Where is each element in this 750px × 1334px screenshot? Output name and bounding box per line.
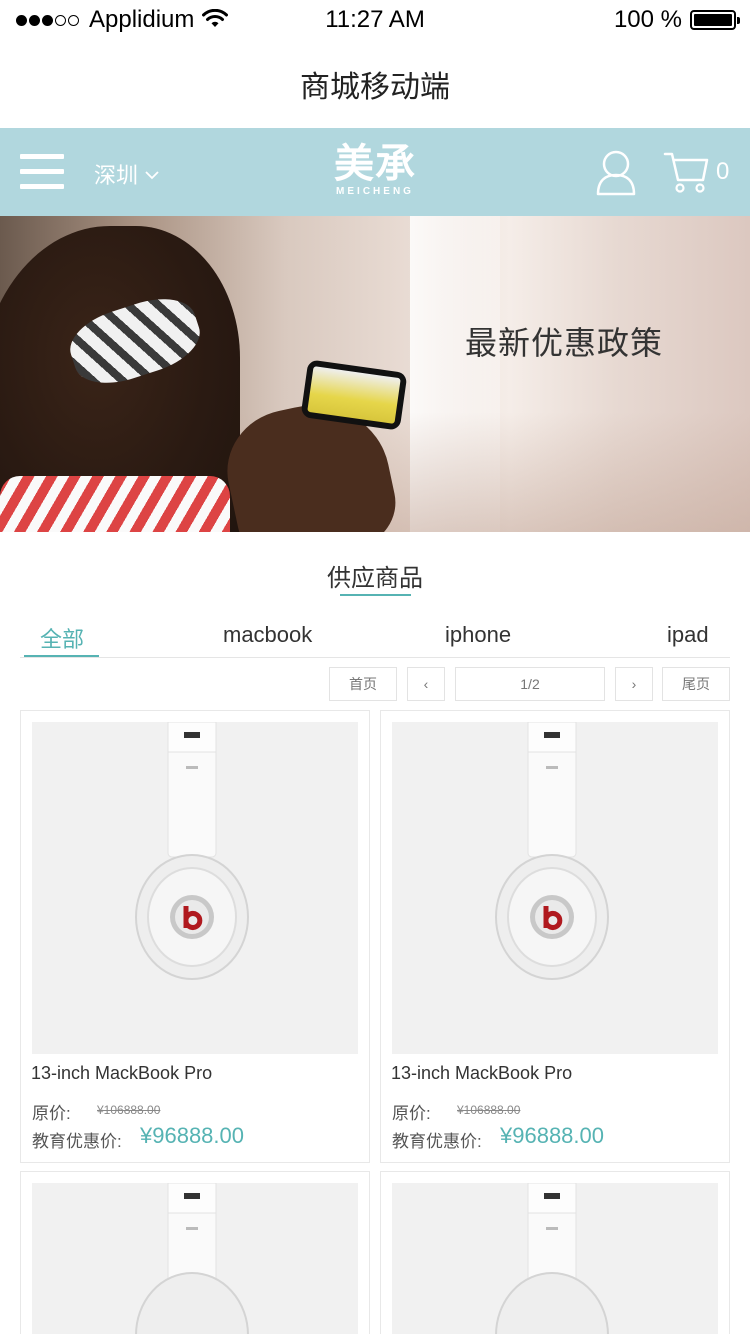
status-bar: Applidium 11:27 AM 100 % (0, 0, 750, 40)
edu-price: ¥96888.00 (140, 1123, 244, 1148)
brand-logo[interactable]: 美承 MEICHENG (320, 142, 430, 204)
promo-banner[interactable]: 最新优惠政策 (0, 216, 750, 532)
product-image[interactable] (392, 1183, 718, 1334)
shopping-cart-icon[interactable] (663, 150, 709, 194)
original-price-label: 原价: (392, 1104, 431, 1123)
product-image[interactable] (32, 1183, 358, 1334)
product-image[interactable] (32, 722, 358, 1054)
headphone-image (495, 722, 609, 980)
app-header: 深圳 美承 MEICHENG 0 (0, 128, 750, 216)
headphone-image (135, 722, 249, 980)
status-right: 100 % (613, 6, 740, 34)
page-title: 商城移动端 (300, 71, 450, 104)
pager-next-button[interactable]: › (615, 667, 653, 701)
battery-icon (690, 10, 740, 30)
pager-last-button[interactable]: 尾页 (662, 667, 730, 701)
product-name[interactable]: 13-inch MackBook Pro (391, 1063, 572, 1084)
pager-prev-button[interactable]: ‹ (407, 667, 445, 701)
battery-percent: 100 % (613, 6, 682, 33)
banner-striped-shirt (0, 476, 230, 532)
tab-macbook[interactable]: macbook (223, 622, 312, 648)
tab-ipad[interactable]: ipad (667, 622, 709, 648)
logo-text-en: MEICHENG (336, 186, 414, 197)
edu-price-label: 教育优惠价: (32, 1132, 122, 1151)
tab-all[interactable]: 全部 (40, 622, 84, 654)
product-card[interactable]: 13-inch MackBook Pro 原价: ¥106888.00 教育优惠… (20, 710, 370, 1163)
active-tab-indicator (24, 655, 99, 657)
section-title: 供应商品 (327, 565, 423, 592)
original-price-label: 原价: (32, 1104, 71, 1123)
product-card[interactable] (380, 1171, 730, 1334)
banner-caption: 最新优惠政策 (465, 325, 664, 361)
headphone-image (495, 1183, 609, 1334)
city-label: 深圳 (94, 163, 139, 188)
section-title-underline (340, 594, 411, 596)
logo-text-cn: 美承 (334, 141, 416, 187)
product-card[interactable] (20, 1171, 370, 1334)
headphone-image (135, 1183, 249, 1334)
edu-price: ¥96888.00 (500, 1123, 604, 1148)
cart-count-badge: 0 (716, 158, 730, 185)
edu-price-label: 教育优惠价: (392, 1132, 482, 1151)
pager-page-indicator[interactable]: 1/2 (455, 667, 605, 701)
tab-iphone[interactable]: iphone (445, 622, 511, 648)
product-image[interactable] (392, 722, 718, 1054)
hamburger-menu-icon[interactable] (20, 154, 64, 190)
product-name[interactable]: 13-inch MackBook Pro (31, 1063, 212, 1084)
product-card[interactable]: 13-inch MackBook Pro 原价: ¥106888.00 教育优惠… (380, 710, 730, 1163)
original-price: ¥106888.00 (97, 1103, 161, 1117)
city-selector[interactable]: 深圳 (94, 158, 160, 190)
original-price: ¥106888.00 (457, 1103, 521, 1117)
user-icon[interactable] (594, 148, 638, 196)
chevron-down-icon (145, 171, 159, 180)
category-tabs: 全部 macbook iphone ipad (20, 618, 730, 658)
pager-first-button[interactable]: 首页 (329, 667, 397, 701)
